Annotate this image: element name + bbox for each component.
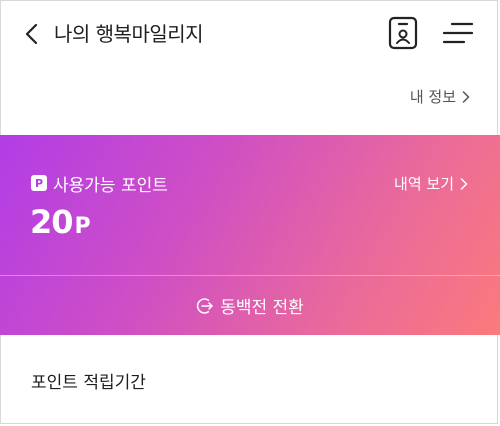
chevron-left-icon <box>25 23 38 45</box>
points-number: 20 <box>30 203 74 241</box>
member-id-card-icon <box>388 16 418 50</box>
chevron-right-icon <box>462 90 470 103</box>
points-unit: P <box>74 214 91 239</box>
header: 나의 행복마일리지 <box>0 0 500 70</box>
convert-label: 동백전 전환 <box>220 298 304 318</box>
points-card: P 사용가능 포인트 내역 보기 20 P 동백전 전환 <box>0 135 500 335</box>
accrual-period-title: 포인트 적립기간 <box>31 373 146 393</box>
back-button[interactable] <box>18 20 46 48</box>
point-badge-icon: P <box>31 175 47 191</box>
my-info-link[interactable]: 내 정보 <box>410 86 470 107</box>
points-value: 20 P <box>30 203 91 241</box>
menu-button[interactable] <box>442 18 474 48</box>
hamburger-menu-icon <box>442 22 474 44</box>
my-info-label: 내 정보 <box>409 88 456 106</box>
page-title: 나의 행복마일리지 <box>54 22 204 46</box>
history-label: 내역 보기 <box>394 175 454 193</box>
history-link[interactable]: 내역 보기 <box>394 173 468 194</box>
convert-arrow-icon <box>197 297 213 314</box>
member-card-button[interactable] <box>388 16 418 50</box>
available-points-label: 사용가능 포인트 <box>53 176 168 196</box>
chevron-right-icon <box>460 177 468 190</box>
convert-button[interactable]: 동백전 전환 <box>0 276 500 335</box>
